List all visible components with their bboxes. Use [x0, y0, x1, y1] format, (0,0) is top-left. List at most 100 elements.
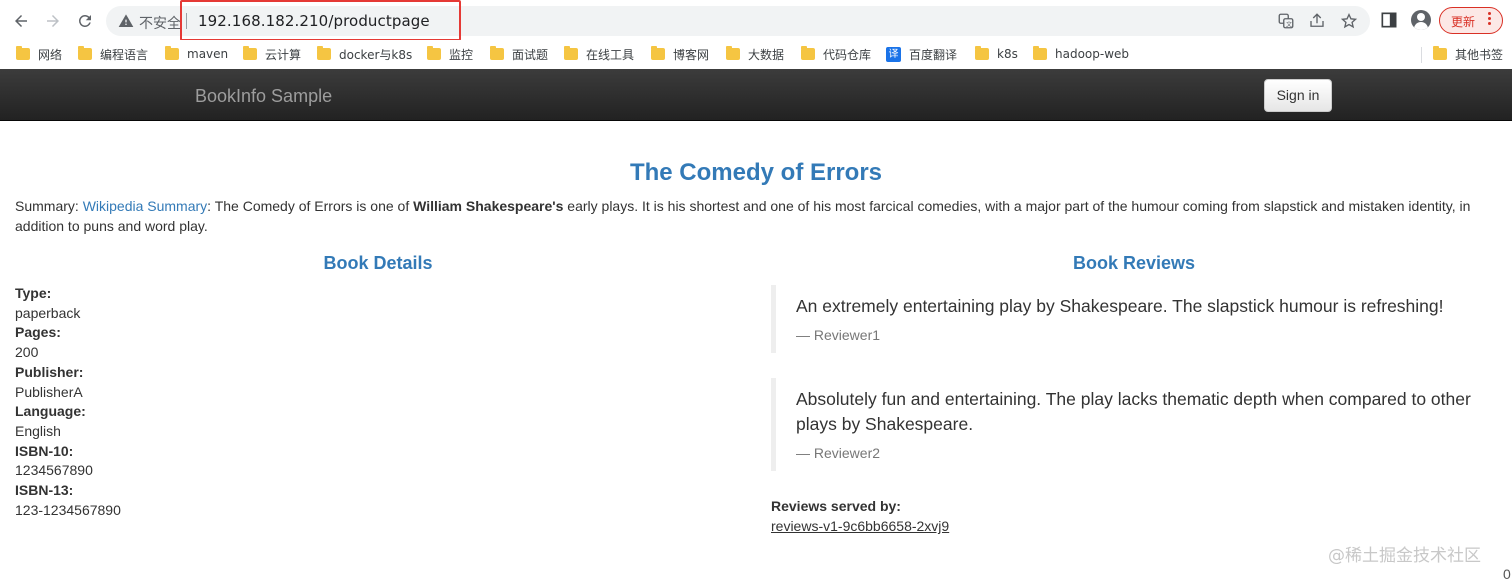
folder-icon — [243, 46, 257, 60]
reload-icon — [78, 14, 91, 27]
isbn13-value: 123-1234567890 — [15, 501, 121, 518]
sign-in-button[interactable]: Sign in — [1264, 79, 1332, 112]
update-label: 更新 — [1451, 15, 1476, 29]
browser-toolbar: 不安全 192.168.182.210/productpage 文 更新 — [0, 0, 1512, 41]
bookmark-item[interactable]: 博客网 — [651, 45, 709, 63]
kebab-menu-icon — [1488, 12, 1492, 28]
wikipedia-summary-link[interactable]: Wikipedia Summary — [83, 198, 207, 214]
product-summary: Summary: Wikipedia Summary: The Comedy o… — [15, 196, 1497, 236]
forward-button[interactable] — [40, 8, 66, 34]
warning-icon — [118, 14, 134, 27]
bookmark-label: 代码仓库 — [823, 47, 872, 62]
bookmarks-bar: 网络 编程语言 maven 云计算 docker与k8s 监控 面试题 在线工具… — [0, 40, 1512, 68]
forward-icon — [47, 15, 59, 27]
bookmark-item[interactable]: 大数据 — [726, 45, 784, 63]
sidepanel-icon[interactable] — [1379, 10, 1399, 30]
review-text: Absolutely fun and entertaining. The pla… — [796, 389, 1471, 434]
bookmark-item[interactable]: 编程语言 — [78, 45, 148, 63]
bookmark-item[interactable]: 网络 — [16, 45, 62, 63]
reload-button[interactable] — [72, 8, 98, 34]
bookmark-item[interactable]: 面试题 — [490, 45, 548, 63]
folder-icon — [16, 46, 30, 60]
review-item: Absolutely fun and entertaining. The pla… — [771, 378, 1497, 471]
summary-mid: : The Comedy of Errors is one of — [207, 198, 414, 214]
back-icon — [15, 15, 27, 27]
bookmark-label: hadoop-web — [1055, 47, 1130, 61]
isbn13-label: ISBN-13: — [15, 482, 74, 499]
site-navbar: BookInfo Sample Sign in — [0, 69, 1512, 121]
bookmark-item[interactable]: k8s — [975, 45, 1018, 63]
bookmark-label: 云计算 — [265, 47, 302, 62]
folder-icon — [651, 46, 665, 60]
bookmark-label: 博客网 — [673, 47, 710, 62]
type-value: paperback — [15, 304, 81, 321]
served-by-pod[interactable]: reviews-v1-9c6bb6658-2xvj9 — [771, 518, 949, 534]
reviewer-name: — Reviewer1 — [796, 327, 881, 343]
bookmarks-divider — [1421, 47, 1422, 63]
bookmark-item[interactable]: 云计算 — [243, 45, 301, 63]
star-icon[interactable] — [1340, 12, 1358, 30]
bookmark-item[interactable]: 监控 — [427, 45, 473, 63]
url-highlight-box — [180, 0, 461, 41]
language-value: English — [15, 422, 61, 439]
served-by-label: Reviews served by: — [771, 498, 901, 514]
bookmark-label: 网络 — [38, 47, 63, 62]
bookmark-item[interactable]: docker与k8s — [317, 45, 412, 63]
folder-icon — [78, 46, 92, 60]
pages-value: 200 — [15, 344, 39, 361]
summary-author: William Shakespeare's — [413, 198, 564, 214]
folder-icon — [975, 46, 989, 60]
bookmark-label: 编程语言 — [100, 47, 149, 62]
book-reviews-heading: Book Reviews — [1072, 253, 1196, 273]
folder-icon — [490, 46, 504, 60]
isbn10-value: 1234567890 — [15, 462, 93, 479]
reviewer-name: — Reviewer2 — [796, 445, 881, 461]
folder-icon — [801, 46, 815, 60]
reviews-served-by: Reviews served by: reviews-v1-9c6bb6658-… — [771, 496, 949, 536]
bookmark-item[interactable]: 代码仓库 — [801, 45, 871, 63]
navbar-brand[interactable]: BookInfo Sample — [195, 86, 332, 107]
folder-icon — [1433, 46, 1447, 60]
profile-icon[interactable] — [1411, 10, 1431, 30]
bookmark-label: maven — [187, 47, 229, 61]
bookmark-label: k8s — [997, 47, 1018, 61]
back-button[interactable] — [8, 8, 34, 34]
isbn10-label: ISBN-10: — [15, 442, 74, 459]
bookmark-item[interactable]: 在线工具 — [564, 45, 634, 63]
insecure-label[interactable]: 不安全 — [139, 13, 181, 33]
book-details-heading: Book Details — [323, 253, 433, 273]
product-title: The Comedy of Errors — [629, 159, 883, 186]
folder-icon — [317, 46, 331, 60]
summary-prefix: Summary: — [15, 198, 83, 214]
bookmark-item[interactable]: maven — [165, 45, 228, 63]
bookmark-label: 监控 — [449, 47, 474, 62]
folder-icon — [1033, 46, 1047, 60]
corner-text: 0 — [1503, 566, 1511, 580]
folder-icon — [427, 46, 441, 60]
baidu-translate-icon: 译 — [886, 46, 901, 62]
bookmark-label: 大数据 — [748, 47, 785, 62]
folder-icon — [564, 46, 578, 60]
bookmark-label: 其他书签 — [1455, 47, 1504, 62]
bookmark-label: docker与k8s — [339, 47, 413, 62]
bookmark-item[interactable]: 译百度翻译 — [886, 45, 957, 63]
book-details-list: Type: paperback Pages: 200 Publisher: Pu… — [15, 284, 315, 520]
type-label: Type: — [15, 285, 52, 301]
bookmark-item[interactable]: hadoop-web — [1033, 45, 1129, 63]
publisher-label: Publisher: — [15, 363, 84, 380]
bookmark-label: 面试题 — [512, 47, 549, 62]
share-icon[interactable] — [1308, 12, 1326, 30]
bookmark-label: 在线工具 — [586, 47, 635, 62]
update-button[interactable]: 更新 — [1439, 7, 1503, 34]
pages-label: Pages: — [15, 324, 61, 341]
bookmark-label: 百度翻译 — [909, 47, 958, 62]
publisher-value: PublisherA — [15, 383, 83, 400]
translate-icon[interactable]: 文 — [1277, 12, 1295, 30]
folder-icon — [726, 46, 740, 60]
other-bookmarks[interactable]: 其他书签 — [1433, 45, 1503, 63]
language-label: Language: — [15, 403, 86, 420]
watermark: @稀土掘金技术社区 — [1328, 546, 1481, 566]
svg-text:文: 文 — [1286, 20, 1292, 28]
folder-icon — [165, 46, 179, 60]
review-text: An extremely entertaining play by Shakes… — [796, 296, 1444, 316]
